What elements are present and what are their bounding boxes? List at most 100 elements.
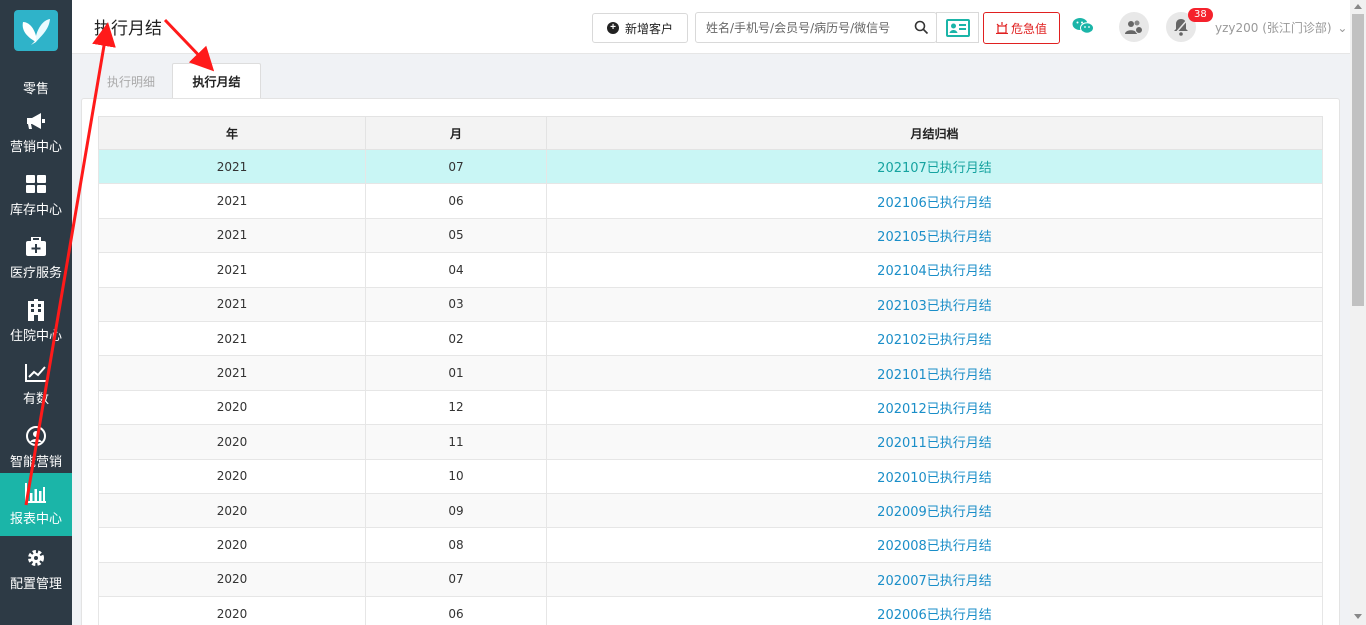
month-cell: 05 — [365, 217, 547, 254]
table-row: 2020 10 202010已执行月结 — [98, 458, 1323, 494]
archive-link[interactable]: 202011已执行月结 — [546, 424, 1323, 460]
sidebar-item-label: 智能营销 — [9, 455, 62, 470]
archive-link[interactable]: 202009已执行月结 — [546, 492, 1323, 529]
archive-link[interactable]: 202103已执行月结 — [546, 286, 1323, 322]
archive-link[interactable]: 202104已执行月结 — [546, 252, 1323, 288]
year-cell: 2020 — [98, 596, 366, 625]
table-row: 2021 05 202105已执行月结 — [98, 217, 1323, 254]
table-row: 2021 07 202107已执行月结 — [98, 148, 1323, 185]
grid-icon — [25, 173, 47, 195]
year-cell: 2020 — [98, 527, 366, 563]
table-row: 2021 02 202102已执行月结 — [98, 320, 1323, 357]
archive-link[interactable]: 202106已执行月结 — [546, 183, 1323, 219]
critical-value-button[interactable]: 危急值 — [983, 12, 1060, 44]
year-cell: 2021 — [98, 320, 366, 357]
sidebar-item-inventory[interactable]: 库存中心 — [0, 164, 72, 227]
scroll-up-icon[interactable] — [1354, 4, 1362, 9]
table-row: 2021 01 202101已执行月结 — [98, 355, 1323, 391]
archive-link[interactable]: 202101已执行月结 — [546, 355, 1323, 391]
year-cell: 2020 — [98, 424, 366, 460]
sidebar-item-label: 医疗服务 — [9, 266, 62, 281]
year-cell: 2021 — [98, 286, 366, 322]
table-row: 2020 08 202008已执行月结 — [98, 527, 1323, 563]
search-box — [695, 12, 937, 43]
scrollbar-thumb[interactable] — [1352, 14, 1364, 306]
user-name: yzy200 (张江门诊部) — [1215, 21, 1332, 35]
year-cell: 2020 — [98, 389, 366, 426]
sidebar: 零售 营销中心 库存中心 医疗服务 住院中心 有数 智能营销 报表中心 配置管理 — [0, 0, 72, 625]
archive-link[interactable]: 202010已执行月结 — [546, 458, 1323, 494]
sidebar-item-label: 零售 — [22, 82, 49, 97]
search-input[interactable] — [696, 13, 906, 42]
id-card-button[interactable] — [936, 12, 979, 43]
month-cell: 06 — [365, 183, 547, 219]
tab-label: 执行明细 — [106, 74, 155, 89]
add-customer-button[interactable]: + 新增客户 — [592, 13, 688, 43]
table-row: 2020 11 202011已执行月结 — [98, 424, 1323, 460]
year-cell: 2021 — [98, 183, 366, 219]
trend-chart-icon — [25, 362, 47, 384]
user-menu[interactable]: yzy200 (张江门诊部) ⌄ — [1215, 19, 1347, 36]
page-title: 执行月结 — [94, 19, 162, 39]
column-header-year: 年 — [98, 116, 366, 150]
notification-count-badge: 38 — [1188, 8, 1213, 22]
tab-execution-detail[interactable]: 执行明细 — [96, 63, 166, 99]
year-cell: 2021 — [98, 148, 366, 185]
sidebar-item-marketing[interactable]: 营销中心 — [0, 101, 72, 164]
archive-link[interactable]: 202105已执行月结 — [546, 217, 1323, 254]
archive-link[interactable]: 202006已执行月结 — [546, 596, 1323, 625]
month-cell: 10 — [365, 458, 547, 494]
month-cell: 07 — [365, 148, 547, 185]
app-logo[interactable] — [14, 10, 58, 51]
archive-link[interactable]: 202107已执行月结 — [546, 148, 1323, 185]
year-cell: 2021 — [98, 217, 366, 254]
top-header: 执行月结 + 新增客户 危急值 38 yzy200 (张江门诊部) ⌄ — [72, 0, 1350, 54]
team-icon — [1125, 20, 1143, 34]
archive-link[interactable]: 202007已执行月结 — [546, 561, 1323, 598]
wechat-icon[interactable] — [1072, 16, 1094, 40]
page-scrollbar[interactable] — [1350, 0, 1366, 625]
sidebar-item-label: 营销中心 — [9, 140, 62, 155]
archive-link[interactable]: 202102已执行月结 — [546, 320, 1323, 357]
bar-chart-icon — [25, 482, 47, 504]
year-cell: 2021 — [98, 355, 366, 391]
scroll-down-icon[interactable] — [1354, 614, 1362, 619]
column-header-archive: 月结归档 — [546, 116, 1323, 150]
archive-link[interactable]: 202012已执行月结 — [546, 389, 1323, 426]
sidebar-item-label: 有数 — [22, 392, 49, 407]
sidebar-item-reports[interactable]: 报表中心 — [0, 473, 72, 536]
sidebar-item-settings[interactable]: 配置管理 — [0, 538, 72, 601]
search-icon[interactable] — [914, 20, 929, 39]
month-cell: 06 — [365, 596, 547, 625]
table-row: 2020 06 202006已执行月结 — [98, 596, 1323, 625]
hospital-building-icon — [25, 299, 47, 321]
sidebar-item-smart-marketing[interactable]: 智能营销 — [0, 416, 72, 479]
tab-label: 执行月结 — [192, 75, 241, 89]
column-header-month: 月 — [365, 116, 547, 150]
sidebar-item-label: 配置管理 — [9, 577, 62, 592]
archive-link[interactable]: 202008已执行月结 — [546, 527, 1323, 563]
megaphone-icon — [25, 110, 47, 132]
alarm-icon — [995, 22, 1008, 34]
year-cell: 2020 — [98, 561, 366, 598]
table-row: 2020 09 202009已执行月结 — [98, 492, 1323, 529]
sidebar-item-analytics[interactable]: 有数 — [0, 353, 72, 416]
table-row: 2021 04 202104已执行月结 — [98, 252, 1323, 288]
bell-muted-icon — [1173, 18, 1189, 36]
month-cell: 12 — [365, 389, 547, 426]
critical-value-label: 危急值 — [1010, 21, 1047, 36]
month-cell: 02 — [365, 320, 547, 357]
sidebar-item-medical[interactable]: 医疗服务 — [0, 227, 72, 290]
team-button[interactable] — [1119, 12, 1149, 42]
plus-circle-icon: + — [606, 22, 619, 34]
monthly-close-table: 年 月 月结归档 2021 07 202107已执行月结 2021 06 202106已执… — [98, 116, 1323, 625]
sidebar-item-inpatient[interactable]: 住院中心 — [0, 290, 72, 353]
table-header-row: 年 月 月结归档 — [98, 116, 1323, 150]
tab-execution-monthly[interactable]: 执行月结 — [172, 63, 261, 99]
smart-marketing-icon — [25, 425, 47, 447]
month-cell: 03 — [365, 286, 547, 322]
gear-icon — [25, 547, 47, 569]
table-row: 2020 12 202012已执行月结 — [98, 389, 1323, 426]
year-cell: 2020 — [98, 492, 366, 529]
month-cell: 07 — [365, 561, 547, 598]
